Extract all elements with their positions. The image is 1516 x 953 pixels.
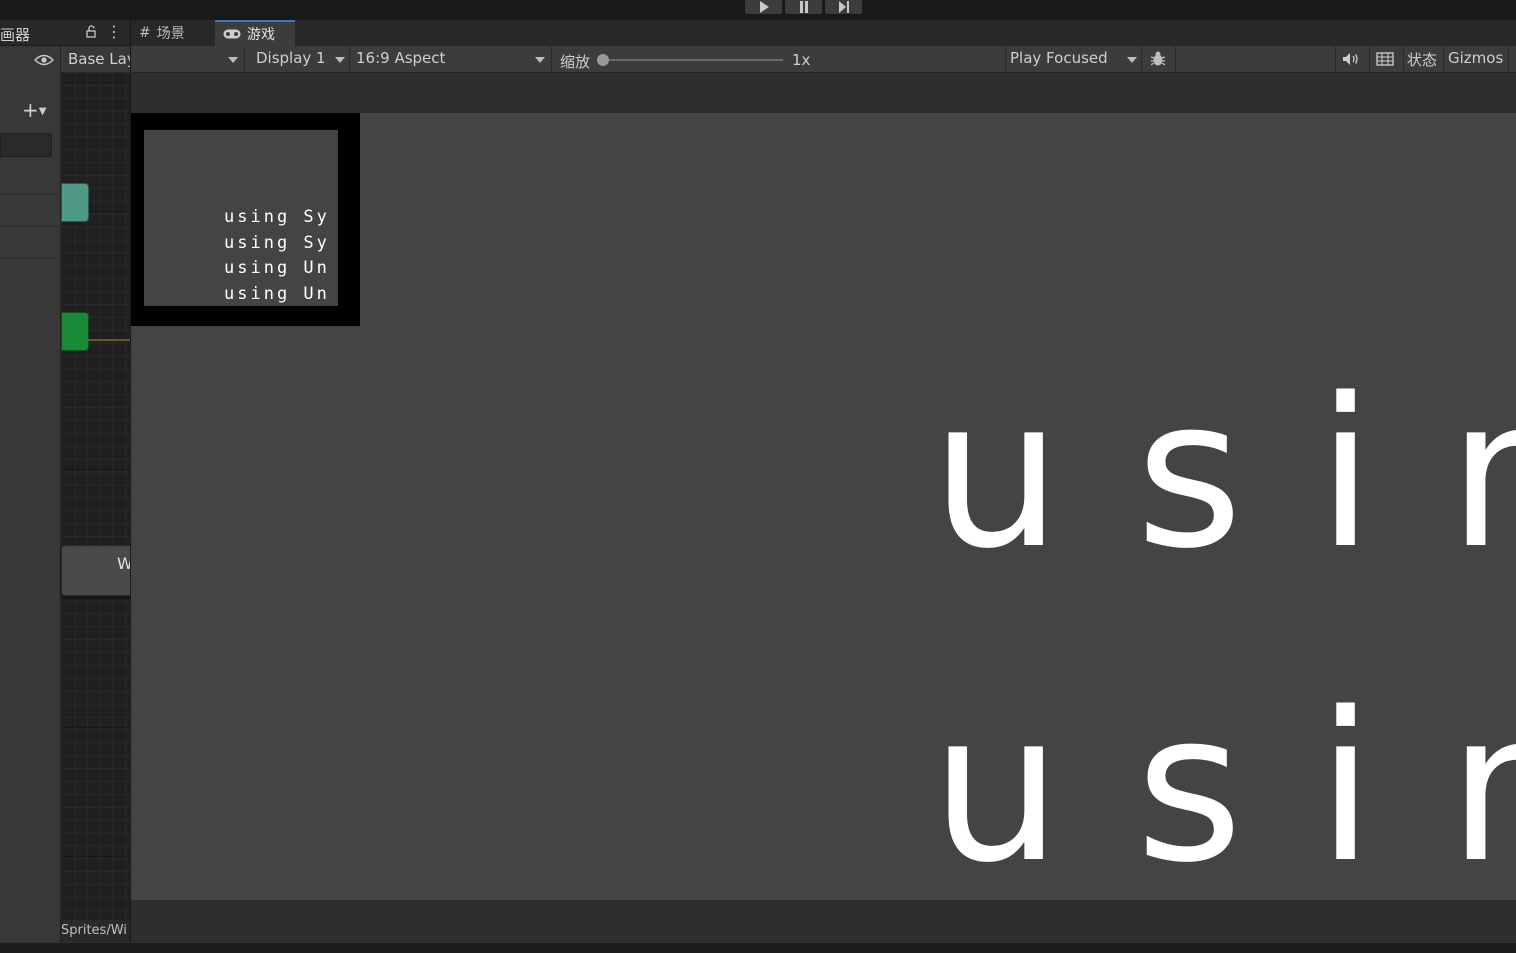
divider	[551, 46, 552, 72]
viewport-letterbox-top	[131, 73, 1516, 113]
animator-panel: 画器 ⋮ +▼ Base Layer W Sprites/Wi	[0, 20, 130, 942]
entry-state-node[interactable]	[61, 183, 89, 222]
divider	[1335, 46, 1336, 72]
play-mode-dropdown[interactable]: Play Focused	[1006, 46, 1140, 72]
chevron-down-icon	[335, 57, 345, 63]
viewport-letterbox-bottom	[131, 900, 1516, 942]
animator-tab-label[interactable]: 画器	[0, 24, 30, 45]
eye-icon[interactable]	[34, 53, 54, 67]
divider	[1141, 46, 1142, 72]
step-icon	[838, 1, 849, 13]
grid-icon: #	[139, 25, 151, 41]
any-state-node[interactable]	[61, 312, 89, 351]
zoom-value: 1x	[792, 51, 811, 69]
play-toolbar	[0, 0, 1516, 20]
layers-column: +▼	[0, 46, 61, 942]
divider	[0, 258, 60, 259]
pause-button[interactable]	[785, 0, 822, 14]
tab-label: 场景	[156, 26, 185, 42]
game-tab-bar: # 场景 游戏	[131, 20, 1516, 47]
add-layer-button[interactable]: +▼	[22, 98, 56, 122]
divider	[1403, 46, 1404, 72]
zoom-label: 缩放	[560, 53, 591, 71]
divider	[0, 194, 60, 195]
game-text-line: using	[931, 668, 1516, 900]
game-text-line: using	[931, 354, 1516, 594]
breadcrumb[interactable]: Base Layer	[68, 50, 130, 68]
lock-icon[interactable]	[84, 24, 98, 40]
chevron-down-icon	[228, 57, 238, 63]
chevron-down-icon	[535, 57, 545, 63]
aspect-dropdown-label: 16:9 Aspect	[356, 49, 446, 67]
bug-icon[interactable]	[1149, 50, 1167, 68]
transition-line	[87, 339, 130, 341]
gizmos-button[interactable]: Gizmos	[1448, 49, 1503, 67]
add-icon: +	[22, 98, 39, 122]
tab-game[interactable]: 游戏	[215, 20, 295, 46]
status-bar	[0, 942, 1516, 953]
minimap-text-line: using Sy	[224, 207, 330, 227]
divider	[1369, 46, 1370, 72]
play-mode-label: Play Focused	[1010, 49, 1108, 67]
display-dropdown[interactable]: Display 1	[245, 46, 349, 72]
game-toolbar: Display 1 16:9 Aspect 缩放 1x Play Focused…	[131, 46, 1516, 73]
divider	[1175, 46, 1176, 72]
divider	[0, 226, 60, 227]
divider	[1508, 46, 1509, 72]
gamepad-icon	[223, 29, 241, 39]
play-button[interactable]	[745, 0, 782, 14]
divider	[1443, 46, 1444, 72]
pause-icon	[799, 1, 808, 13]
kebab-menu-icon[interactable]: ⋮	[106, 24, 122, 40]
minimap: using Sy using Sy using Un using Un	[144, 130, 338, 306]
zoom-slider-handle[interactable]	[597, 54, 609, 66]
chevron-down-icon: ▼	[38, 106, 47, 117]
chevron-down-icon	[1127, 57, 1137, 63]
asset-path: Sprites/Wi	[61, 923, 127, 938]
state-node-label: W	[117, 554, 130, 573]
minimap-text-line: using Un	[224, 258, 330, 278]
tab-label: 游戏	[247, 27, 275, 43]
minimap-text-line: using Un	[224, 284, 330, 304]
speaker-icon[interactable]	[1342, 52, 1360, 66]
zoom-slider[interactable]	[603, 59, 783, 61]
tab-scene[interactable]: # 场景	[131, 20, 215, 46]
play-icon	[759, 1, 769, 13]
minimap-text-line: using Sy	[224, 233, 330, 253]
step-button[interactable]	[825, 0, 862, 14]
display-dropdown-label: Display 1	[256, 49, 326, 67]
target-dropdown[interactable]	[131, 46, 243, 72]
grid-icon[interactable]	[1376, 52, 1394, 66]
stats-button[interactable]: 状态	[1407, 49, 1437, 70]
aspect-dropdown[interactable]: 16:9 Aspect	[350, 46, 550, 72]
kebab-menu-icon[interactable]: ⋮	[1510, 25, 1516, 41]
layer-search-field[interactable]	[0, 133, 52, 157]
